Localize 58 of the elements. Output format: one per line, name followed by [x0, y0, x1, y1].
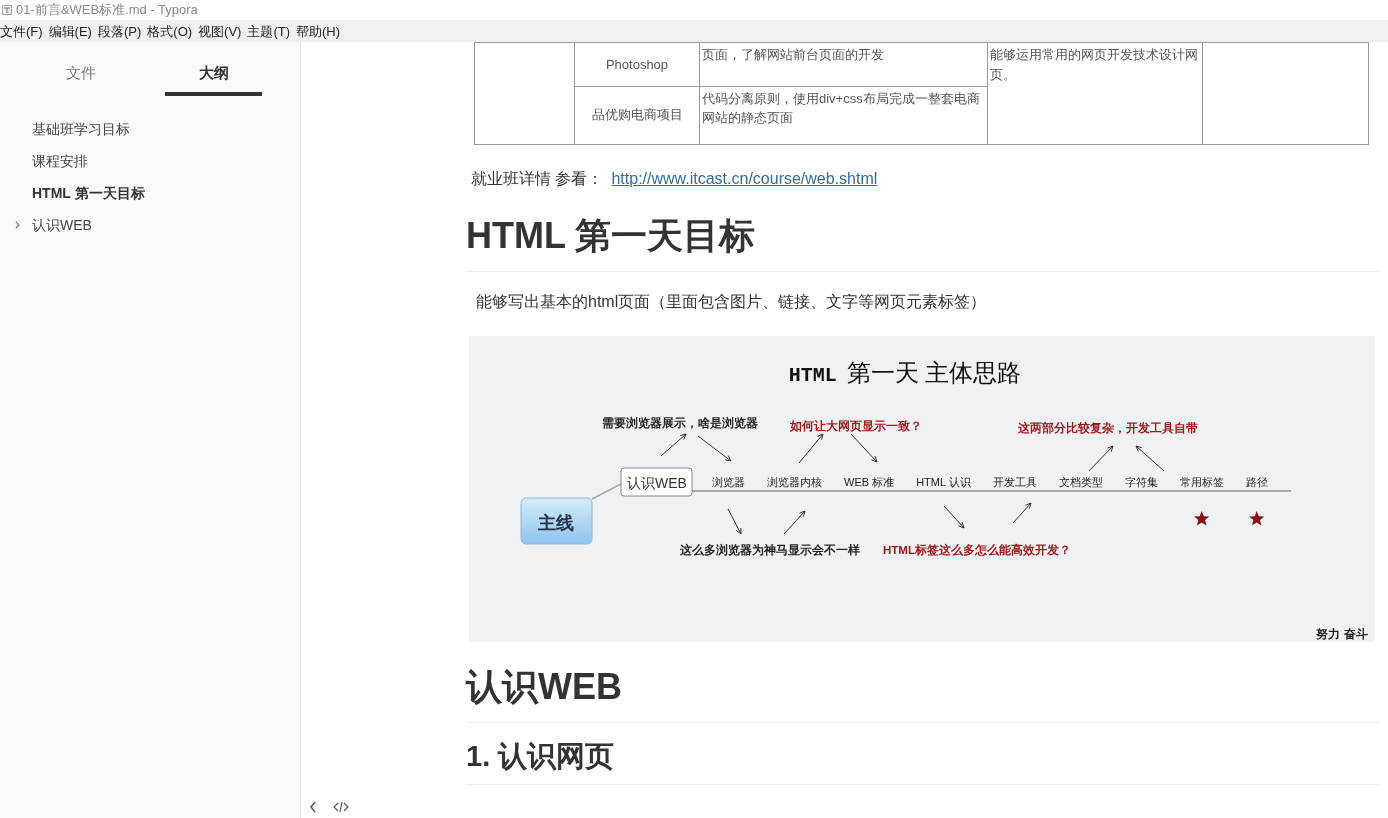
annotation-text: HTML标签这么多怎么能高效开发？: [883, 543, 1071, 556]
heading: 认识WEB: [466, 659, 1381, 723]
annotation-text: 这两部分比较复杂，开发工具自带: [1018, 421, 1198, 434]
menu-item[interactable]: 格式(O): [147, 20, 199, 42]
root-node-label: 主线: [538, 512, 574, 533]
menu-item[interactable]: 视图(V): [198, 20, 248, 42]
annotation-text: 如何让大网页显示一致？: [790, 419, 922, 432]
menu-item[interactable]: 文件(F): [0, 20, 49, 42]
arrow: [660, 433, 687, 456]
branch-label: 浏览器内核: [767, 475, 822, 488]
branch-label: WEB 标准: [844, 475, 895, 488]
menu-item[interactable]: 段落(P): [97, 20, 148, 42]
arrow: [943, 505, 965, 528]
back-icon[interactable]: [309, 801, 317, 813]
arrow: [697, 435, 732, 461]
annotation-text: 这么多浏览器为神马显示会不一样: [680, 543, 860, 556]
window-title: 01-前言&WEB标准.md - Typora: [16, 1, 198, 20]
sidebar-tab[interactable]: 文件: [14, 42, 147, 102]
arrow: [783, 510, 806, 534]
arrow: [850, 433, 878, 462]
outline-item[interactable]: 课程安排: [0, 145, 88, 178]
paragraph: 能够写出基本的html页面（里面包含图片、链接、文字等网页元素标签）: [476, 291, 988, 312]
branch-label: 常用标签: [1179, 475, 1224, 488]
arrow: [727, 508, 742, 534]
outline-item[interactable]: 基础班学习目标: [0, 113, 130, 146]
mind-map-title: HTML 第一天 主体思路: [788, 358, 1022, 387]
table-cell: 能够运用常用的网页开发技术设计网页。: [990, 47, 1198, 82]
outline-item[interactable]: 认识WEB: [0, 209, 92, 242]
table-cell: 代码分离原则，使用div+css布局完成一整套电商网站的静态页面: [702, 90, 980, 125]
link[interactable]: http://www.itcast.cn/course/web.shtml: [611, 169, 878, 187]
expand-caret-icon[interactable]: [15, 220, 20, 229]
heading: 1. 认识网页: [466, 734, 1381, 785]
connector-line: [591, 482, 622, 500]
topic-node-label: 认识WEB: [627, 474, 687, 491]
signature-text: 努力 奋斗: [1316, 626, 1368, 641]
branch-label: 路径: [1245, 475, 1268, 488]
sidebar-tab[interactable]: 大纲: [147, 42, 280, 102]
arrow: [1135, 445, 1165, 471]
branch-label: 浏览器: [712, 475, 745, 488]
menu-item[interactable]: 编辑(E): [48, 20, 98, 42]
heading: HTML 第一天目标: [466, 208, 1381, 272]
arrow: [798, 433, 824, 463]
branch-label: 开发工具: [992, 475, 1037, 488]
arrow: [1012, 502, 1032, 523]
annotation-text: 需要浏览器展示，啥是浏览器: [602, 416, 758, 429]
table-cell: 页面，了解网站前台页面的开发: [702, 47, 884, 62]
branch-label: 文档类型: [1058, 475, 1103, 488]
branch-label: 字符集: [1124, 475, 1158, 488]
source-code-icon[interactable]: [333, 801, 349, 813]
app-icon: [2, 5, 12, 15]
table-cell: 品优购电商项目: [591, 107, 683, 123]
outline-item[interactable]: HTML 第一天目标: [0, 177, 145, 210]
table-cell: Photoshop: [605, 56, 669, 72]
branch-label: HTML 认识: [916, 475, 971, 488]
menu-item[interactable]: 主题(T): [247, 20, 297, 42]
arrow: [1088, 445, 1114, 471]
link-label: 就业班详情 参看：: [471, 169, 604, 187]
menu-item[interactable]: 帮助(H): [296, 20, 347, 42]
